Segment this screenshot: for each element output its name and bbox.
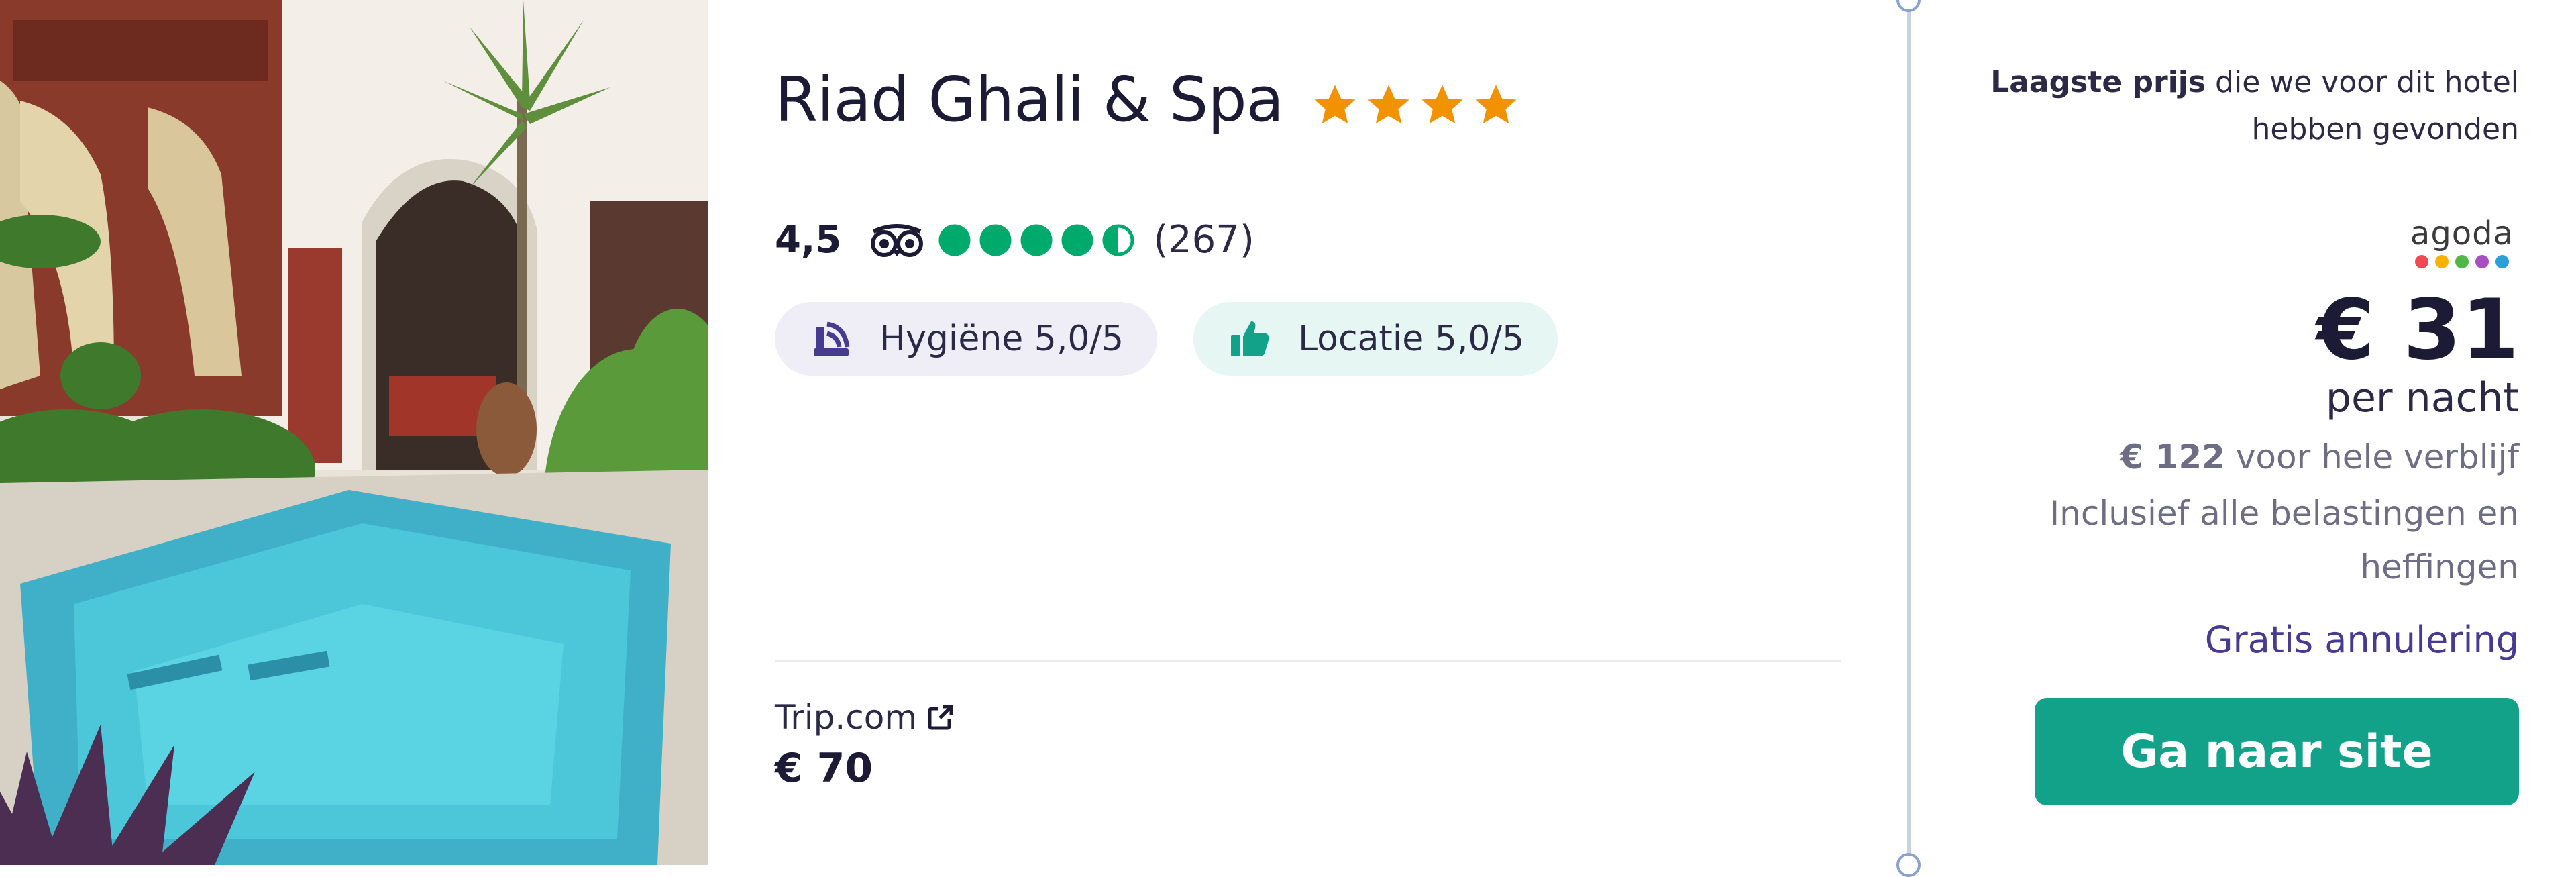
rating-pills: Hygiëne 5,0/5 Locatie 5,0/5: [775, 302, 1594, 376]
agoda-logo-dot: [2496, 255, 2509, 268]
tripadvisor-owl-icon: [871, 223, 924, 257]
hotel-result-card[interactable]: Riad Ghali & Spa 4,5 (267) Hygiëne 5,0/5…: [0, 0, 2576, 877]
lowest-price-rest: die we voor dit hotel hebben gevonden: [2206, 65, 2519, 146]
hotel-name[interactable]: Riad Ghali & Spa: [775, 64, 1284, 136]
best-price[interactable]: € 31: [2316, 282, 2519, 378]
rating-bubble-icon: [1102, 224, 1134, 256]
agoda-logo-text: agoda: [2410, 215, 2514, 252]
free-cancellation: Gratis annulering: [2204, 619, 2519, 661]
lowest-price-note: Laagste prijs die we voor dit hotel hebb…: [1942, 59, 2519, 153]
total-price-label: voor hele verblijf: [2224, 437, 2519, 476]
agoda-logo-dots: [2405, 255, 2519, 268]
star-icon: [1475, 84, 1517, 123]
alt-offer-provider[interactable]: Trip.com: [775, 698, 917, 737]
lowest-price-bold: Laagste prijs: [1990, 65, 2206, 99]
best-offer-panel[interactable]: Laagste prijs die we voor dit hotel hebb…: [1911, 0, 2576, 865]
agoda-logo-dot: [2435, 255, 2449, 268]
star-icon: [1421, 84, 1463, 123]
cleaning-icon: [814, 321, 850, 356]
rating-bubble-icon: [1061, 224, 1093, 256]
review-count: (267): [1153, 218, 1254, 262]
alt-offer-price[interactable]: € 70: [775, 745, 873, 792]
hotel-star-rating: [1311, 82, 1526, 129]
total-price-value: € 122: [2120, 437, 2225, 476]
review-score: 4,5: [775, 218, 842, 262]
hygiene-rating-pill: Hygiëne 5,0/5: [775, 302, 1158, 376]
hotel-photo[interactable]: [0, 0, 708, 865]
taxes-note: Inclusief alle belastingen en heffingen: [2049, 494, 2519, 586]
external-link-icon: [928, 705, 953, 730]
alt-offer-provider-link[interactable]: Trip.com: [775, 698, 955, 737]
agoda-logo: agoda: [2405, 216, 2519, 268]
rating-bubble-icon: [979, 224, 1012, 256]
location-rating-label: Locatie 5,0/5: [1298, 319, 1525, 359]
per-night-label: per nacht: [2325, 374, 2519, 421]
agoda-logo-dot: [2415, 255, 2428, 268]
star-icon: [1314, 84, 1356, 123]
go-to-site-button[interactable]: Ga naar site: [2035, 698, 2519, 805]
hotel-info: Riad Ghali & Spa 4,5 (267) Hygiëne 5,0/5…: [708, 0, 1909, 865]
rating-bubble-icon: [938, 224, 971, 256]
agoda-logo-dot: [2455, 255, 2469, 268]
star-icon: [1368, 84, 1409, 123]
rating-bubble-icon: [1020, 224, 1053, 256]
review-rating[interactable]: 4,5 (267): [775, 218, 1254, 262]
tripadvisor-bubble-rating: [938, 223, 1142, 257]
total-stay-price: € 122 voor hele verblijf: [2120, 437, 2519, 476]
agoda-logo-dot: [2475, 255, 2489, 268]
divider: [775, 660, 1841, 662]
location-rating-pill: Locatie 5,0/5: [1193, 302, 1558, 376]
thumbs-up-icon: [1231, 321, 1269, 356]
hygiene-rating-label: Hygiëne 5,0/5: [879, 319, 1124, 359]
title-row: Riad Ghali & Spa: [775, 64, 1526, 136]
